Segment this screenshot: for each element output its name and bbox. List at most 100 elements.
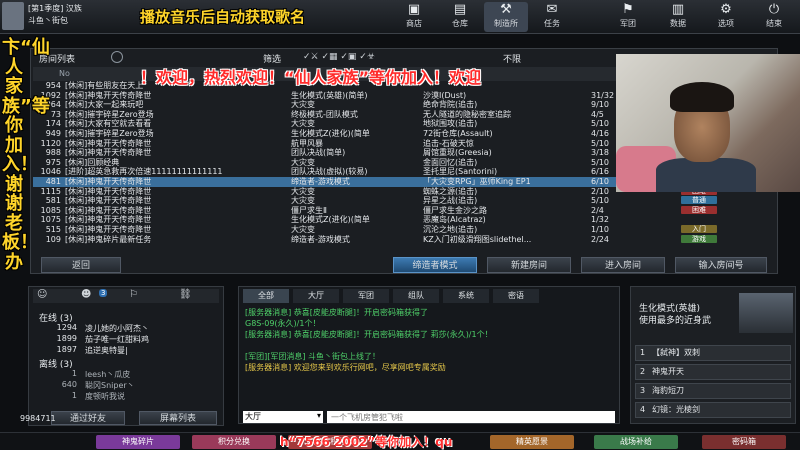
song-headline: 播放音乐后自动获取歌名	[140, 8, 306, 26]
chat-input[interactable]	[327, 411, 615, 423]
room-name: [休闲]神鬼开天传奇降世	[65, 225, 152, 234]
chat-tab[interactable]: 全部	[243, 289, 289, 303]
user-icon[interactable]: ☺	[37, 289, 47, 300]
vertical-overlay-text: 卞“仙人家族”等你加入！谢谢老板！办	[2, 37, 50, 273]
room-mode: 僵尸求生Ⅱ	[291, 205, 327, 215]
mode-item[interactable]: 2 神鬼开天	[635, 364, 791, 380]
room-mode: 航甲风暴	[291, 138, 323, 148]
table-row[interactable]: 1085 [休闲]神鬼开天传奇降世 僵尸求生Ⅱ 僵尸求生金沙之路 2/4 困难	[33, 205, 723, 216]
item-name: 神鬼开天	[652, 367, 684, 376]
friends-panel: ☺ ☻ 3 ⚐ ⛓ 在线 (3) 1294 凌儿她的小阿杰丶 1899 茄子唯一红甜料…	[28, 286, 224, 426]
clan-tab-icon[interactable]: ⚐	[129, 289, 138, 300]
tabs-count-badge: 3	[99, 289, 108, 297]
factory-icon: ⚒	[500, 2, 512, 17]
mode-item[interactable]: 4 幻镜：光棱剑	[635, 402, 791, 418]
room-map: 绝命背院(追击)	[423, 100, 478, 110]
chat-tab[interactable]: 系统	[443, 289, 489, 303]
room-name: [休闲]神鬼开天传奇降世	[65, 215, 152, 225]
room-mode: 生化模式Z(进化)(简单	[291, 129, 370, 138]
bottom-button[interactable]: 神鬼碎片	[96, 435, 180, 449]
new-room-button[interactable]: 新建房间	[487, 257, 571, 273]
enter-room-number-button[interactable]: 输入房间号	[675, 257, 767, 273]
room-mode: 大灾变	[291, 225, 315, 234]
table-row[interactable]: 515 [休闲]神鬼开天传奇降世 大灾变 沉沦之地(追击) 1/10 入门	[33, 225, 723, 235]
chat-line: G8S-09(永久)/1个！	[245, 319, 321, 328]
clan-icon: ⚑	[622, 2, 634, 17]
chat-channel-select[interactable]: 大厅 ▾	[243, 411, 323, 423]
room-map: 恶魔岛(Alcatraz)	[423, 215, 486, 225]
shop-icon: ▣	[407, 2, 421, 17]
block-list-button[interactable]: 屏幕列表	[139, 411, 217, 425]
room-name: [进阶]超英急救再次倍速11111111111111	[65, 167, 223, 177]
filter-icons[interactable]: ✓⚔ ✓▦ ✓▣ ✓☣	[303, 52, 375, 62]
avatar[interactable]	[2, 2, 24, 30]
nav-factory[interactable]: ⚒ 制造所	[484, 2, 528, 32]
creator-mode-button[interactable]: 缔造者模式	[393, 257, 477, 273]
room-map: KZ入门初级滑翔图slidethel...	[423, 234, 532, 244]
bottom-button[interactable]: 积分兑换	[192, 435, 276, 449]
room-count: 5/10	[591, 196, 609, 206]
room-no: 481	[45, 177, 61, 186]
item-num: 4	[640, 405, 646, 414]
table-row[interactable]: 1075 [休闲]神鬼开天传奇降世 生化模式Z(进化)(简单 恶魔岛(Alcatraz…	[33, 215, 723, 225]
room-mode: 大灾变	[291, 186, 315, 196]
enter-room-button[interactable]: 进入房间	[581, 257, 665, 273]
item-name: 海豹短刀	[652, 386, 684, 395]
list-item[interactable]: 1899 茄子唯一红甜料鸡	[33, 334, 213, 345]
room-no: 1120	[40, 138, 61, 148]
room-count: 1/10	[591, 225, 609, 234]
power-icon: ⏻	[768, 2, 780, 17]
room-mode: 团队决战(简单)	[291, 148, 346, 158]
nav-exit[interactable]: ⏻ 结束	[752, 2, 796, 32]
mode-item[interactable]: 3 海豹短刀	[635, 383, 791, 399]
gear-icon: ⚙	[720, 2, 732, 17]
room-map: 僵尸求生金沙之路	[423, 205, 487, 215]
refresh-icon[interactable]	[111, 51, 123, 63]
item-num: 2	[640, 367, 646, 376]
room-map: 沉沦之地(追击)	[423, 225, 478, 234]
nav-warehouse[interactable]: ▤ 仓库	[438, 2, 482, 32]
list-item[interactable]: 1 度顿听我说	[33, 391, 213, 402]
room-no: 949	[45, 129, 61, 138]
chat-tab[interactable]: 密语	[493, 289, 539, 303]
friends-tabs[interactable]: ☺ ☻ 3 ⚐ ⛓	[33, 289, 219, 303]
room-name: [休闲]大家一起来玩吧	[65, 100, 144, 110]
room-name: [休闲]神鬼碎片最新任务	[65, 234, 152, 244]
room-name: [休闲]摧宇碎星Zero登场	[65, 129, 154, 138]
chat-panel: 全部 大厅 军团 组队 系统 密语 [服务器消息] 恭喜[皮能皮断腿]！开启密码箱获得了 G…	[238, 286, 620, 424]
link-icon[interactable]: ⛓	[179, 289, 192, 300]
group-icon[interactable]: ☻	[81, 289, 91, 300]
bottom-button[interactable]: 精英愿景	[490, 435, 574, 449]
chat-tab[interactable]: 大厅	[293, 289, 339, 303]
nav-shop[interactable]: ▣ 商店	[392, 2, 436, 32]
chat-tab[interactable]: 军团	[343, 289, 389, 303]
nav-data[interactable]: ▥ 数据	[656, 2, 700, 32]
room-no: 581	[45, 196, 61, 206]
bottom-button[interactable]: 密码箱	[702, 435, 786, 449]
table-row[interactable]: 581 [休闲]神鬼开天传奇降世 大灾变 异星之战(追击) 5/10 普通	[33, 196, 723, 206]
task-icon: ✉	[546, 2, 558, 17]
chevron-down-icon: ▾	[316, 411, 321, 420]
bottom-button[interactable]: 战场补给	[594, 435, 678, 449]
table-row[interactable]: 109 [休闲]神鬼碎片最新任务 缔造者-游戏模式 KZ入门初级滑翔图slidethe…	[33, 234, 723, 245]
room-mode: 生化模式(英雄)(简单)	[291, 90, 368, 100]
room-mode: 大灾变	[291, 157, 315, 167]
room-mode: 大灾变	[291, 196, 315, 206]
room-mode: 大灾变	[291, 119, 315, 129]
nav-task[interactable]: ✉ 任务	[530, 2, 574, 32]
nav-clan[interactable]: ⚑ 军团	[606, 2, 650, 32]
list-item[interactable]: 1897 追逆奥特曼|	[33, 345, 213, 356]
back-button[interactable]: 返回	[41, 257, 121, 273]
add-friend-button[interactable]: 通过好友	[51, 411, 125, 425]
room-no: 1085	[40, 205, 61, 215]
webcam-person-shirt	[656, 158, 756, 192]
nav-options[interactable]: ⚙ 选项	[704, 2, 748, 32]
chat-line: [服务器消息] 恭喜[皮能皮断腿]！开启密码箱获得了 莉莎(永久)/1个！	[245, 330, 493, 339]
list-item[interactable]: 640 聪冈Sniper丶	[33, 380, 213, 391]
chat-tab[interactable]: 组队	[393, 289, 439, 303]
list-item[interactable]: 1 leesh丶瓜皮	[33, 369, 213, 380]
chat-tabs: 全部 大厅 军团 组队 系统 密语	[243, 289, 613, 303]
mode-item[interactable]: 1 【弑神】双刺	[635, 345, 791, 361]
room-map: 蜘蛛之源(追击)	[423, 186, 478, 196]
list-item[interactable]: 1294 凌儿她的小阿杰丶	[33, 323, 213, 334]
